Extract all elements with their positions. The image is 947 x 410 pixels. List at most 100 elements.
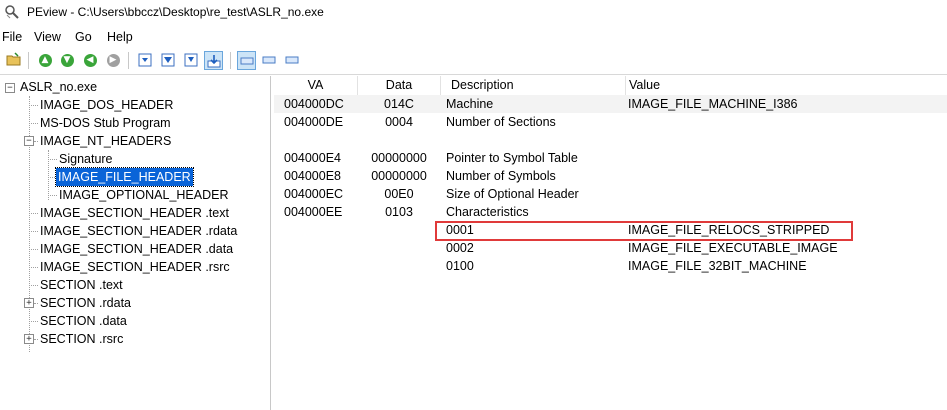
table-row[interactable]: 004000DC 014C Machine IMAGE_FILE_MACHINE_I3… [274,95,947,113]
tree-node[interactable]: SECTION .data [40,312,127,330]
tree-node[interactable]: SECTION .rdata [40,294,131,312]
column-header-va[interactable]: VA [274,76,358,95]
view-dword-icon[interactable] [182,51,200,69]
tree-connector [29,249,38,250]
cell-va: 004000E4 [284,151,342,165]
column-header-data[interactable]: Data [358,76,441,95]
tree-node[interactable]: Signature [59,150,113,168]
tree-connector [34,141,38,142]
cell-description: 0002 [446,241,474,255]
tree-connector [29,96,30,352]
cell-data [364,131,434,149]
table-row[interactable]: 004000DE 0004 Number of Sections [274,113,947,131]
layout-c-icon[interactable] [283,51,301,69]
tree-node[interactable]: IMAGE_DOS_HEADER [40,96,173,114]
tree-node-root[interactable]: ASLR_no.exe [20,78,97,96]
down-arrow-icon[interactable]: ▼ [58,51,76,69]
tree-connector [48,159,57,160]
tree-node[interactable]: IMAGE_SECTION_HEADER .rsrc [40,258,230,276]
up-arrow-icon[interactable]: ▲ [36,51,54,69]
tree-connector [34,339,38,340]
toolbar-separator [128,52,129,69]
toolbar-separator [28,52,29,69]
tree-connector [29,123,38,124]
tree-connector [29,213,38,214]
open-folder-icon[interactable] [5,51,23,69]
menu-help[interactable]: Help [107,30,133,44]
cell-data: 00000000 [371,169,427,183]
toolbar-separator [230,52,231,69]
table-row[interactable] [274,131,947,149]
tree-connector [34,303,38,304]
tree-node[interactable]: MS-DOS Stub Program [40,114,171,132]
table-row[interactable]: 004000E4 00000000 Pointer to Symbol Table [274,149,947,167]
cell-description: Characteristics [446,205,529,219]
table-row[interactable]: 0100 IMAGE_FILE_32BIT_MACHINE [274,257,947,275]
cell-data: 0103 [385,205,413,219]
cell-description: Number of Sections [446,115,556,129]
menu-bar: File View Go Help [0,27,947,47]
forward-arrow-icon[interactable]: ▶ [104,51,122,69]
tree-node-selected[interactable]: IMAGE_FILE_HEADER [55,167,194,187]
view-byte-icon[interactable] [136,51,154,69]
tree-connector [29,105,38,106]
cell-value: IMAGE_FILE_32BIT_MACHINE [628,259,807,273]
tree-connector [48,177,55,178]
tree-connector [29,321,38,322]
tree-connector [29,267,38,268]
tree-expander-collapse[interactable]: − [24,136,34,146]
menu-go[interactable]: Go [75,30,92,44]
cell-description: Machine [446,97,494,111]
tree-connector [29,285,38,286]
cell-value: IMAGE_FILE_MACHINE_I386 [628,97,798,111]
menu-view[interactable]: View [34,30,61,44]
tree-node[interactable]: IMAGE_NT_HEADERS [40,132,171,150]
table-row[interactable]: 004000E8 00000000 Number of Symbols [274,167,947,185]
tree-expander-expand[interactable]: + [24,298,34,308]
tree-expander-expand[interactable]: + [24,334,34,344]
cell-data: 00000000 [371,151,427,165]
tree-pane: − − + + ASLR_no.exe IMAGE_DOS_HEADER MS-… [0,76,271,410]
cell-data [364,239,434,257]
toolbar: ▲ ▼ ◀ ▶ [0,47,947,75]
cell-data [364,221,434,239]
cell-description: Pointer to Symbol Table [446,151,578,165]
view-word-icon[interactable] [159,51,177,69]
tree-node[interactable]: SECTION .text [40,276,123,294]
tree-expander-collapse[interactable]: − [5,83,15,93]
details-list: VA Data Description Value 004000DC 014C Ma… [274,76,947,410]
tree-connector [48,195,57,196]
table-row[interactable]: 004000EC 00E0 Size of Optional Header [274,185,947,203]
cell-description: Size of Optional Header [446,187,579,201]
table-row[interactable]: 004000EE 0103 Characteristics [274,203,947,221]
cell-va: 004000DC [284,97,344,111]
tree-node[interactable]: IMAGE_SECTION_HEADER .data [40,240,233,258]
tree-node[interactable]: IMAGE_SECTION_HEADER .rdata [40,222,237,240]
title-bar: PEview - C:\Users\bbccz\Desktop\re_test\… [0,0,947,25]
table-row[interactable]: 0002 IMAGE_FILE_EXECUTABLE_IMAGE [274,239,947,257]
highlight-annotation-box [435,221,853,241]
cell-data: 014C [384,97,414,111]
tree-node[interactable]: IMAGE_SECTION_HEADER .text [40,204,229,222]
cell-data: 0004 [385,115,413,129]
column-header-description[interactable]: Description [441,76,626,95]
menu-file[interactable]: File [2,30,22,44]
cell-va: 004000EE [284,205,343,219]
cell-description: 0100 [446,259,474,273]
tree-connector [48,150,49,200]
layout-a-icon[interactable] [237,51,256,70]
back-arrow-icon[interactable]: ◀ [81,51,99,69]
magnifier-icon [5,5,19,19]
tree-connector [29,231,38,232]
cell-va: 004000EC [284,187,344,201]
layout-b-icon[interactable] [260,51,278,69]
window-title: PEview - C:\Users\bbccz\Desktop\re_test\… [27,5,324,19]
cell-data [364,257,434,275]
tree-node[interactable]: IMAGE_OPTIONAL_HEADER [59,186,229,204]
tree-node[interactable]: SECTION .rsrc [40,330,123,348]
cell-value: IMAGE_FILE_EXECUTABLE_IMAGE [628,241,838,255]
cell-va: 004000DE [284,115,344,129]
view-details-icon[interactable] [204,51,223,70]
cell-description: Number of Symbols [446,169,556,183]
column-header-value[interactable]: Value [627,76,947,95]
